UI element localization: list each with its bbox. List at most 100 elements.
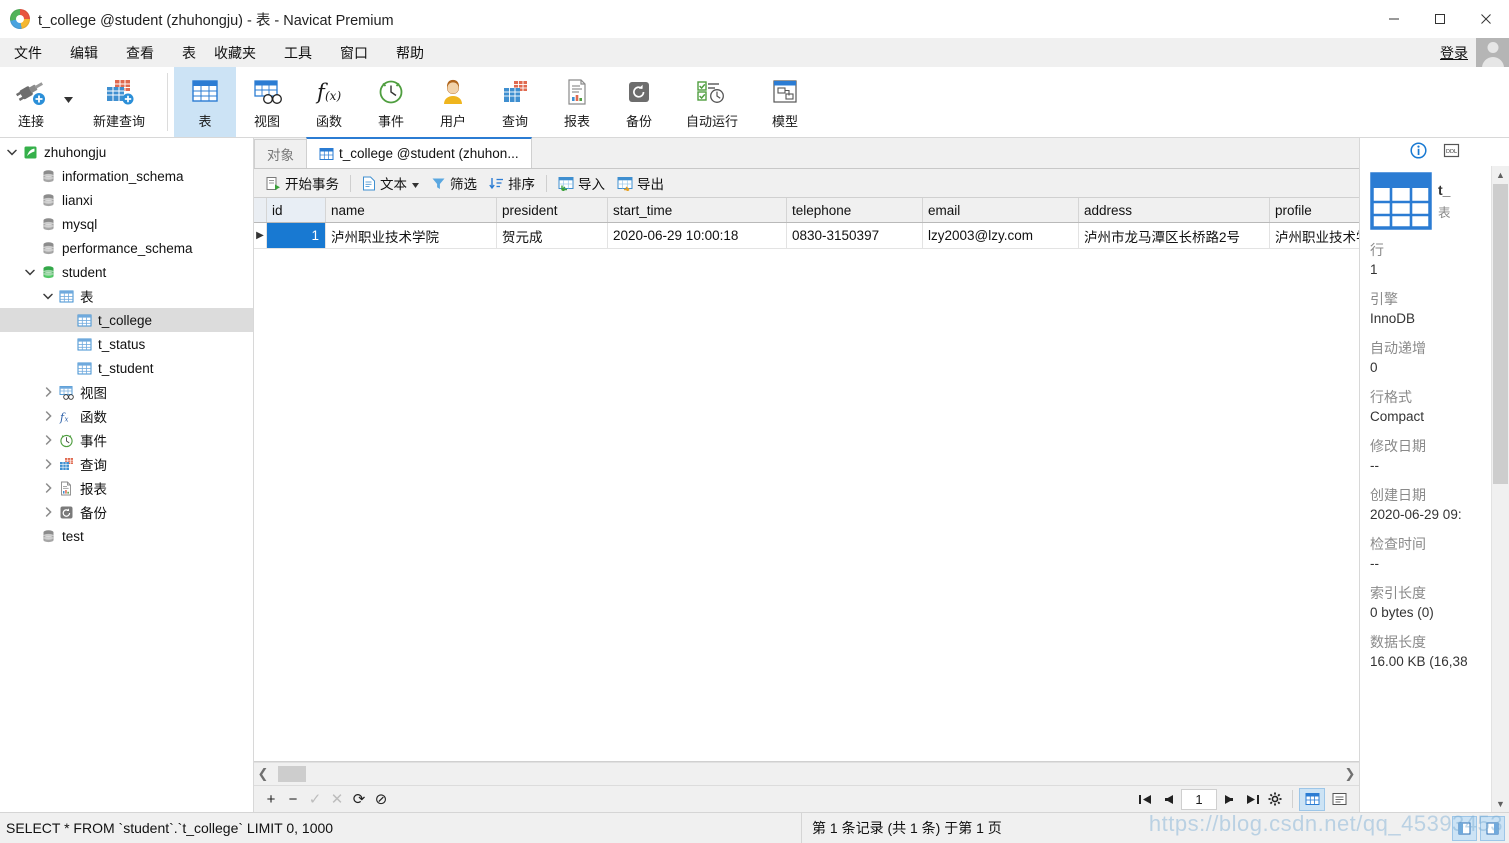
import-button[interactable]: 导入 [552,172,611,194]
grid-cell-address[interactable]: 泸州市龙马潭区长桥路2号 [1078,222,1270,249]
tree-item-mysql[interactable]: mysql [0,212,253,236]
grid-cell-start_time[interactable]: 2020-06-29 10:00:18 [607,222,787,249]
tab-t-college[interactable]: t_college @student (zhuhon... [306,137,532,168]
info-scroll-thumb[interactable] [1493,184,1508,484]
text-button[interactable]: 文本 [356,172,425,194]
grid-view-icon[interactable] [1299,787,1325,811]
tree-item-[interactable]: 视图 [0,380,253,404]
info-circle-icon[interactable] [1409,142,1427,162]
grid-column-header-start_time[interactable]: start_time [607,198,787,223]
user-avatar-icon[interactable] [1476,38,1509,67]
tree-item-t_status[interactable]: t_status [0,332,253,356]
menu-item-file[interactable]: 文件 [0,39,56,67]
first-page-icon[interactable] [1134,788,1156,810]
chevron-right-icon[interactable] [40,459,56,469]
chevron-right-icon[interactable] [40,411,56,421]
tree-item-[interactable]: 表 [0,284,253,308]
tree-item-student[interactable]: student [0,260,253,284]
tree-item-test[interactable]: test [0,524,253,548]
tree-item-lianxi[interactable]: lianxi [0,188,253,212]
toolbar-button-event[interactable]: 事件 [360,67,422,137]
tree-item-t_college[interactable]: t_college [0,308,253,332]
chevron-right-icon[interactable] [40,435,56,445]
maximize-icon[interactable] [1417,0,1463,38]
panel-left-toggle-icon[interactable] [1452,815,1477,841]
last-page-icon[interactable] [1242,788,1264,810]
object-tree-sidebar[interactable]: zhuhongju information_schema lianxi mysql pe… [0,138,254,812]
chevron-down-icon[interactable] [4,149,20,156]
info-panel-scrollbar[interactable]: ▲ ▼ [1491,166,1509,812]
next-page-icon[interactable] [1220,788,1242,810]
connection-dropdown-caret-icon[interactable] [62,67,77,137]
chevron-right-icon[interactable] [40,387,56,397]
tree-item-[interactable]: 报表 [0,476,253,500]
menu-item-tools[interactable]: 工具 [270,39,326,67]
chevron-right-icon[interactable] [40,483,56,493]
grid-cell-email[interactable]: lzy2003@lzy.com [922,222,1079,249]
tree-item-[interactable]: f x 函数 [0,404,253,428]
grid-column-header-email[interactable]: email [922,198,1079,223]
menu-item-help[interactable]: 帮助 [382,39,438,67]
sort-button[interactable]: 排序 [483,172,541,194]
data-grid-container[interactable]: id name president start_time telephone email a… [254,198,1451,762]
scroll-up-icon[interactable]: ▲ [1492,166,1509,183]
delete-record-icon[interactable]: − [282,788,304,810]
toolbar-button-connection[interactable]: 连接 [0,67,62,137]
toolbar-button-model[interactable]: 模型 [754,67,816,137]
prev-page-icon[interactable] [1156,788,1178,810]
grid-body[interactable]: ▶ 1 泸州职业技术学院 贺元成 2020-06-29 10:00:18 0830-315… [254,222,1451,249]
export-button[interactable]: 导出 [611,172,670,194]
chevron-right-icon[interactable] [40,507,56,517]
hscroll-track[interactable] [272,763,1341,785]
grid-cell-telephone[interactable]: 0830-3150397 [786,222,923,249]
hscroll-thumb[interactable] [278,766,306,782]
data-grid[interactable]: id name president start_time telephone email a… [254,198,1451,249]
grid-column-header-name[interactable]: name [325,198,497,223]
menu-item-window[interactable]: 窗口 [326,39,382,67]
tree-item-zhuhongju[interactable]: zhuhongju [0,140,253,164]
grid-cell-id[interactable]: 1 [266,222,326,249]
scroll-right-icon[interactable]: ❯ [1341,766,1359,782]
toolbar-button-table[interactable]: 表 [174,67,236,137]
minimize-icon[interactable] [1371,0,1417,38]
tree-item-performance_schema[interactable]: performance_schema [0,236,253,260]
chevron-down-icon[interactable] [40,293,56,300]
panel-right-toggle-icon[interactable] [1480,815,1505,841]
stop-icon[interactable]: ⊘ [370,788,392,810]
menu-item-edit[interactable]: 编辑 [56,39,112,67]
form-view-icon[interactable] [1327,789,1351,810]
scroll-down-icon[interactable]: ▼ [1492,795,1509,812]
grid-cell-president[interactable]: 贺元成 [496,222,608,249]
grid-column-header-address[interactable]: address [1078,198,1270,223]
grid-column-header-id[interactable]: id [266,198,326,223]
tree-item-[interactable]: 事件 [0,428,253,452]
menu-item-favorites[interactable]: 收藏夹 [210,39,270,67]
page-number-input[interactable]: 1 [1181,788,1217,810]
add-record-icon[interactable]: + [260,788,282,810]
tree-item-[interactable]: 备份 [0,500,253,524]
toolbar-button-backup[interactable]: 备份 [608,67,670,137]
tree-item-information_schema[interactable]: information_schema [0,164,253,188]
toolbar-button-report[interactable]: 报表 [546,67,608,137]
scroll-left-icon[interactable]: ❮ [254,766,272,782]
tree-item-[interactable]: 查询 [0,452,253,476]
refresh-icon[interactable]: ⟳ [348,788,370,810]
tab-objects[interactable]: 对象 [254,139,307,168]
toolbar-button-function[interactable]: f (x) 函数 [298,67,360,137]
grid-horizontal-scrollbar[interactable]: ❮ ❯ [254,762,1359,785]
toolbar-button-new-query[interactable]: 新建查询 [77,67,161,137]
toolbar-button-view[interactable]: 视图 [236,67,298,137]
login-link[interactable]: 登录 [1440,43,1476,63]
close-icon[interactable] [1463,0,1509,38]
menu-item-table[interactable]: 表 [168,39,210,67]
text-dropdown-caret-icon[interactable] [412,176,419,191]
grid-column-header-president[interactable]: president [496,198,608,223]
chevron-down-icon[interactable] [22,269,38,276]
toolbar-button-user[interactable]: 用户 [422,67,484,137]
settings-gear-icon[interactable] [1264,788,1286,810]
grid-cell-name[interactable]: 泸州职业技术学院 [325,222,497,249]
ddl-icon[interactable]: DDL [1443,142,1460,162]
filter-button[interactable]: 筛选 [425,172,483,194]
tree-item-t_student[interactable]: t_student [0,356,253,380]
grid-column-header-telephone[interactable]: telephone [786,198,923,223]
